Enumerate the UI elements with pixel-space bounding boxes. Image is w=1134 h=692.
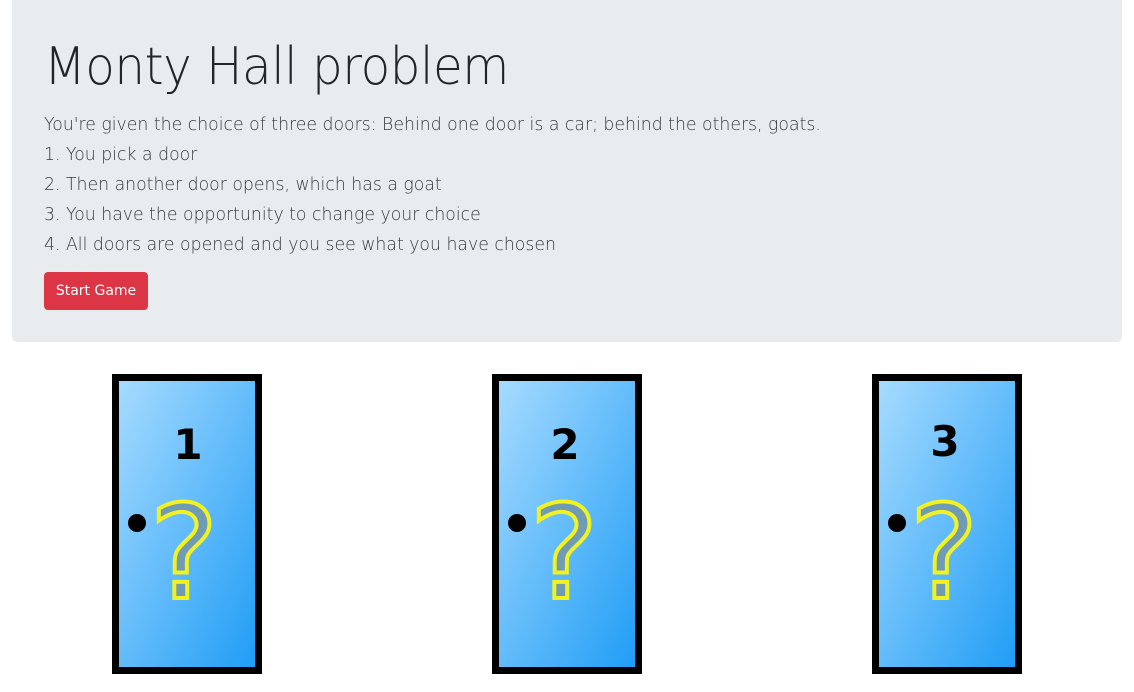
step-2: 2. Then another door opens, which has a …	[44, 174, 442, 195]
intro-text: You're given the choice of three doors: …	[44, 114, 821, 135]
door-3-number: 3	[930, 417, 959, 466]
door-3-graphic: 3 ?	[872, 374, 1022, 674]
door-3-knob	[888, 514, 906, 532]
door-1-graphic: 1 ?	[112, 374, 262, 674]
door-1[interactable]: 1 ?	[112, 374, 262, 674]
door-1-question-icon: ?	[150, 477, 219, 629]
door-2-question-icon: ?	[530, 477, 599, 629]
page-title: Monty Hall problem	[44, 37, 509, 97]
door-2-graphic: 2 ?	[492, 374, 642, 674]
step-1: 1. You pick a door	[44, 144, 198, 165]
door-3[interactable]: 3 ?	[872, 374, 1022, 674]
door-2-number: 2	[550, 420, 579, 469]
instructions: You're given the choice of three doors: …	[44, 110, 1122, 260]
door-1-number: 1	[173, 420, 202, 469]
door-2[interactable]: 2 ?	[492, 374, 642, 674]
step-3: 3. You have the opportunity to change yo…	[44, 204, 481, 225]
door-3-question-icon: ?	[910, 477, 979, 629]
intro-panel: Monty Hall problem You're given the choi…	[12, 0, 1122, 342]
door-1-knob	[128, 514, 146, 532]
start-game-button[interactable]: Start Game	[44, 272, 148, 310]
door-2-knob	[508, 514, 526, 532]
step-4: 4. All doors are opened and you see what…	[44, 234, 556, 255]
